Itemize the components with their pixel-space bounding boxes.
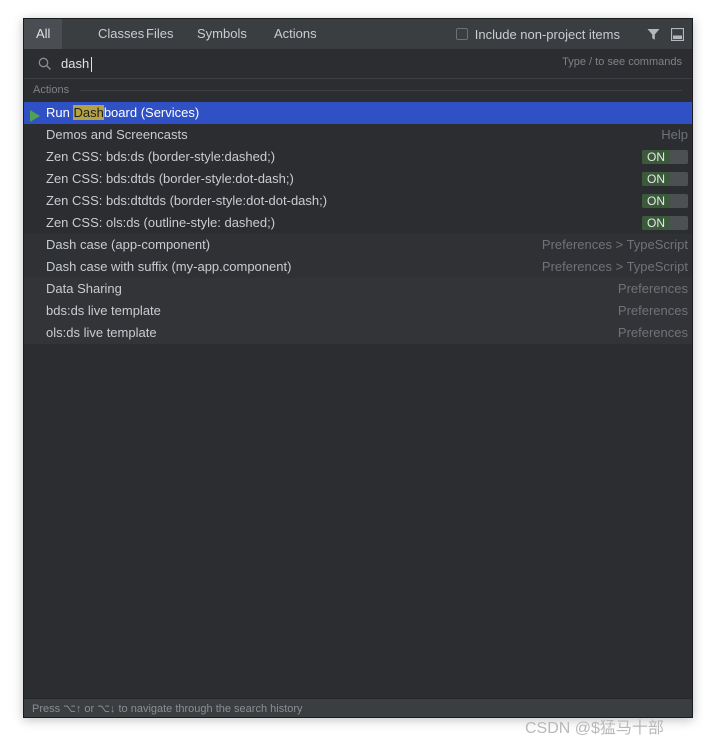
result-text: ols:ds live template	[46, 325, 157, 340]
section-label: Actions	[33, 84, 70, 96]
section-header: Actions	[24, 79, 692, 101]
include-non-project-label[interactable]: Include non-project items	[475, 27, 620, 42]
result-text: Dash case (app-component)	[46, 237, 211, 252]
result-row[interactable]: Zen CSS: bds:dtdtds (border-style:dot-do…	[24, 190, 692, 212]
result-text: Zen CSS: bds:dtdtds (border-style:dot-do…	[46, 193, 328, 208]
footer-hint: Press ⌥↑ or ⌥↓ to navigate through the s…	[32, 703, 303, 715]
result-row[interactable]: Zen CSS: ols:ds (outline-style: dashed;)…	[24, 212, 692, 234]
toggle-on-label: ON	[642, 216, 670, 230]
result-text: Zen CSS: bds:dtds (border-style:dot-dash…	[46, 171, 294, 186]
tab-symbols[interactable]: Symbols	[185, 19, 259, 49]
result-category: Preferences	[617, 281, 688, 296]
result-text: bds:ds live template	[46, 303, 161, 318]
section-divider	[80, 90, 682, 91]
result-row[interactable]: bds:ds live template Preferences	[24, 300, 692, 322]
search-icon	[38, 57, 52, 71]
result-text: Zen CSS: bds:ds (border-style:dashed;)	[46, 149, 276, 164]
on-off-toggle[interactable]: ON	[642, 216, 688, 230]
result-row[interactable]: Dash case with suffix (my-app.component)…	[24, 256, 692, 278]
result-category: Help	[661, 127, 688, 142]
on-off-toggle[interactable]: ON	[642, 150, 688, 164]
tab-files[interactable]: Files	[134, 19, 185, 49]
result-row[interactable]: ols:ds live template Preferences	[24, 322, 692, 344]
results-list: Run Dashboard (Services) Demos and Scree…	[24, 102, 692, 344]
result-category: Preferences	[617, 325, 688, 340]
result-row[interactable]: Zen CSS: bds:ds (border-style:dashed;) O…	[24, 146, 692, 168]
watermark: CSDN @$猛马十部	[525, 720, 664, 737]
result-category: Preferences > TypeScript	[541, 259, 688, 274]
search-everywhere-popup: All Classes Files Symbols Actions Includ…	[23, 18, 693, 718]
search-hint: Type / to see commands	[562, 56, 682, 68]
text-caret	[91, 57, 92, 72]
on-off-toggle[interactable]: ON	[642, 194, 688, 208]
search-row: Type / to see commands	[24, 49, 692, 79]
result-row[interactable]: Dash case (app-component) Preferences > …	[24, 234, 692, 256]
result-row[interactable]: Demos and Screencasts Help	[24, 124, 692, 146]
result-text: Dash case with suffix (my-app.component)	[46, 259, 292, 274]
result-text-suffix: board (Services)	[103, 105, 200, 120]
result-category: Preferences > TypeScript	[541, 237, 688, 252]
include-non-project-checkbox[interactable]	[455, 28, 468, 40]
result-row[interactable]: Run Dashboard (Services)	[24, 102, 692, 124]
run-icon	[30, 107, 40, 122]
preview-panel-icon[interactable]	[670, 27, 684, 41]
tab-actions[interactable]: Actions	[262, 19, 329, 49]
search-input[interactable]	[61, 53, 481, 73]
tab-bar: All Classes Files Symbols Actions Includ…	[24, 19, 692, 50]
result-text: Demos and Screencasts	[46, 127, 188, 142]
options-group: Include non-project items	[455, 19, 684, 49]
result-category: Preferences	[617, 303, 688, 318]
match-highlight: Dash	[73, 105, 104, 120]
result-text: Data Sharing	[46, 281, 122, 296]
toggle-on-label: ON	[642, 172, 670, 186]
filter-icon[interactable]	[646, 27, 660, 41]
tab-all[interactable]: All	[24, 19, 63, 49]
result-text-prefix: Run	[46, 105, 74, 120]
on-off-toggle[interactable]: ON	[642, 172, 688, 186]
result-row[interactable]: Data Sharing Preferences	[24, 278, 692, 300]
toggle-on-label: ON	[642, 150, 670, 164]
result-text: Zen CSS: ols:ds (outline-style: dashed;)	[46, 215, 276, 230]
result-row[interactable]: Zen CSS: bds:dtds (border-style:dot-dash…	[24, 168, 692, 190]
toggle-on-label: ON	[642, 194, 670, 208]
